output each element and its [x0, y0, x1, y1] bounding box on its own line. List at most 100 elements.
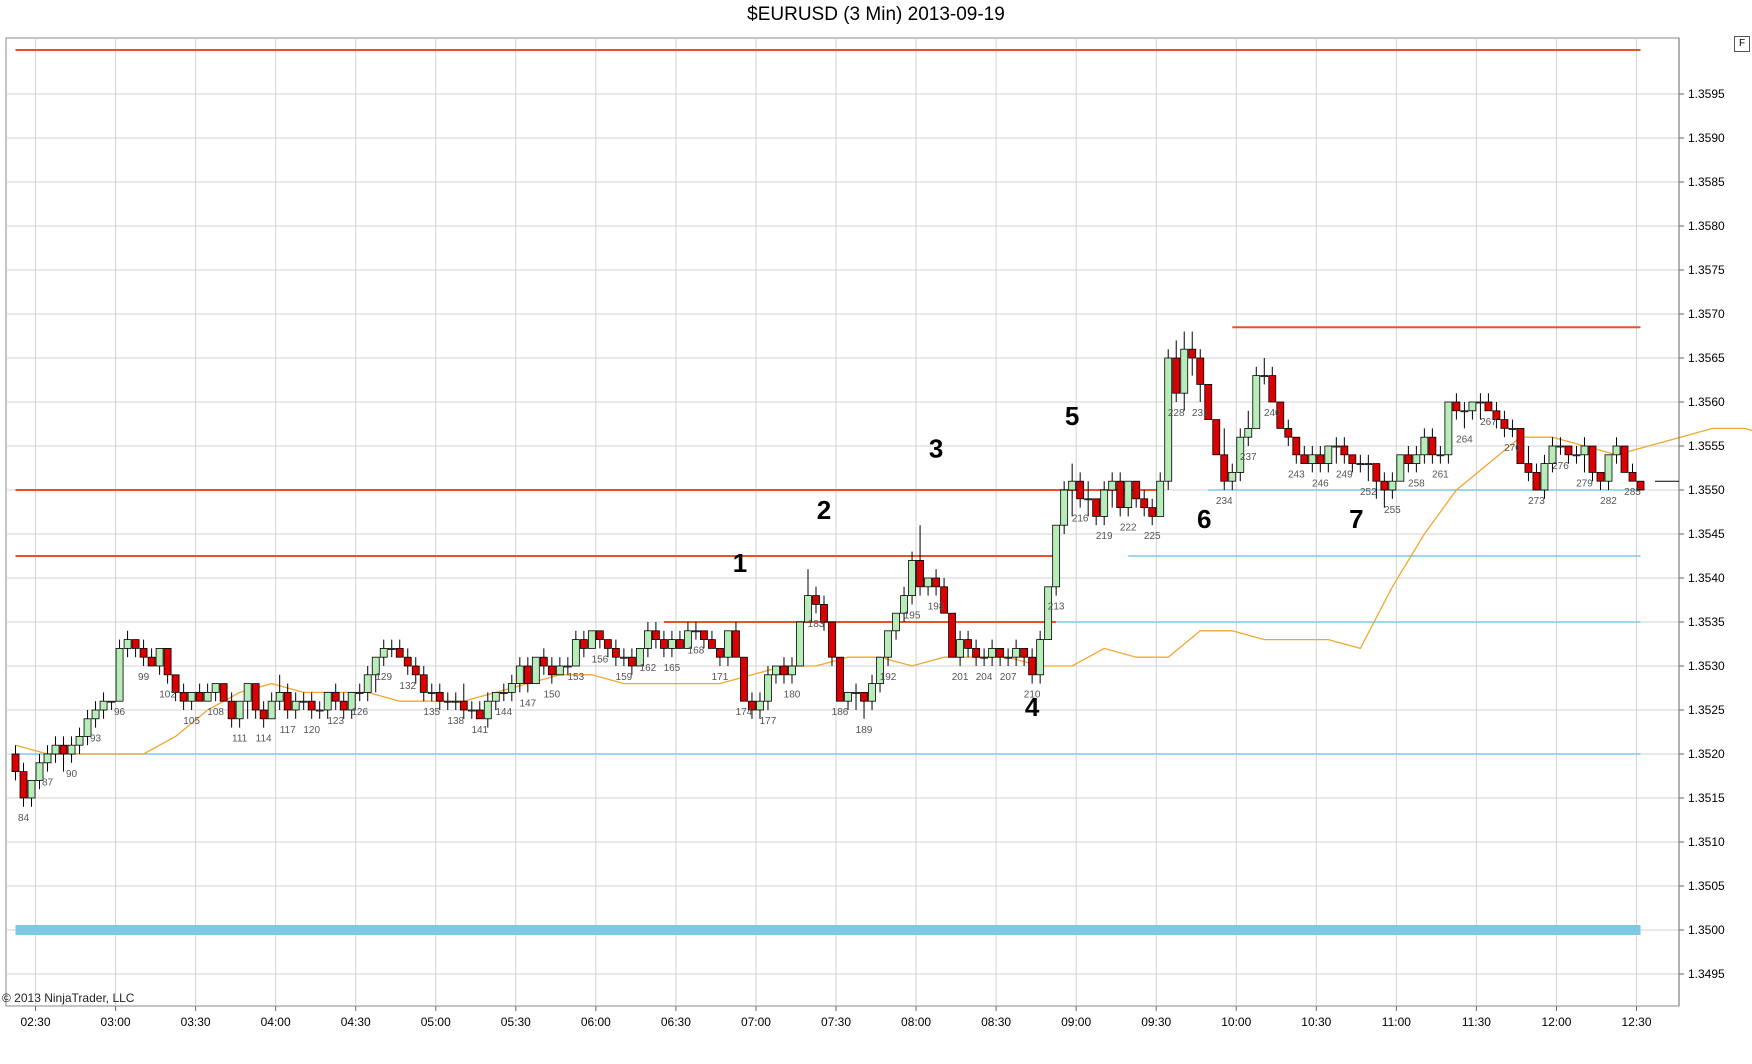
candle-body — [195, 692, 204, 702]
bar-label-189: 189 — [856, 725, 873, 736]
candle-body — [627, 656, 636, 667]
bar-label-87: 87 — [42, 778, 54, 789]
candle-body — [451, 700, 460, 703]
y-tick-label-18: 1.3585 — [1688, 175, 1725, 189]
candle-body — [331, 692, 340, 702]
candle-238 — [1252, 366, 1261, 429]
y-tick-label-1: 1.3500 — [1688, 923, 1725, 937]
candle-body — [740, 656, 748, 702]
bar-label-264: 264 — [1456, 434, 1473, 445]
x-tick-label-5: 05:00 — [421, 1015, 451, 1029]
candle-body — [107, 700, 116, 703]
candle-body — [619, 656, 628, 659]
bar-label-228: 228 — [1168, 408, 1185, 419]
candle-body — [1628, 471, 1637, 482]
candle-174 — [740, 656, 748, 702]
bar-label-243: 243 — [1288, 470, 1305, 481]
bar-label-231: 231 — [1192, 408, 1209, 419]
candle-body — [115, 648, 124, 702]
bar-label-270: 270 — [1504, 443, 1521, 454]
candle-body — [1596, 471, 1605, 482]
candle-body — [91, 709, 100, 720]
candle-body — [660, 639, 668, 649]
candle-body — [1572, 454, 1581, 457]
bar-label-165: 165 — [664, 663, 681, 674]
candle-body — [363, 674, 372, 693]
candle-body — [988, 648, 997, 658]
candle-body — [1020, 648, 1029, 658]
f-button[interactable]: F — [1734, 36, 1750, 52]
candle-body — [1556, 445, 1565, 448]
candle-body — [868, 683, 876, 702]
candle-body — [155, 648, 164, 667]
bar-label-156: 156 — [592, 654, 609, 665]
y-tick-label-2: 1.3505 — [1688, 879, 1725, 893]
candle-body — [611, 648, 620, 658]
annotation-6: 6 — [1197, 504, 1211, 534]
candle-body — [924, 577, 932, 588]
x-tick-label-0: 02:30 — [20, 1015, 50, 1029]
candle-body — [235, 700, 244, 720]
candle-body — [1260, 375, 1269, 378]
candlestick-chart[interactable]: 848790939699102105108111 114117 1201231261… — [0, 0, 1752, 1064]
y-tick-label-8: 1.3535 — [1688, 615, 1725, 629]
y-tick-label-15: 1.3570 — [1688, 307, 1725, 321]
candle-body — [315, 709, 324, 712]
bar-label-114: 114 — [256, 734, 272, 745]
candle-body — [1132, 480, 1141, 500]
candle-body — [163, 648, 172, 676]
candle-body — [19, 771, 28, 799]
y-tick-label-5: 1.3520 — [1688, 747, 1725, 761]
candle-body — [507, 683, 516, 693]
candle-body — [1124, 480, 1133, 509]
candle-body — [1316, 454, 1325, 464]
candle-body — [1404, 454, 1413, 464]
candle-body — [1060, 489, 1069, 526]
bar-label-126: 126 — [351, 707, 368, 718]
candle-body — [1356, 463, 1365, 466]
bar-label-192: 192 — [880, 672, 897, 683]
candle-body — [1396, 454, 1405, 482]
candle-body — [1540, 463, 1549, 491]
x-tick-label-13: 09:00 — [1061, 1015, 1091, 1029]
candle-body — [1428, 436, 1437, 456]
candle-body — [459, 700, 468, 711]
bar-label-258: 258 — [1408, 478, 1425, 489]
candle-284 — [1620, 445, 1629, 473]
candle-body — [1468, 401, 1477, 412]
candle-body — [259, 709, 268, 720]
bar-label-234: 234 — [1216, 496, 1233, 507]
x-tick-label-9: 07:00 — [741, 1015, 771, 1029]
candle-body — [708, 639, 716, 649]
x-tick-label-11: 08:00 — [901, 1015, 931, 1029]
candle-body — [227, 700, 236, 720]
x-tick-label-3: 04:00 — [261, 1015, 291, 1029]
bar-label-111: 111 — [232, 734, 248, 745]
candle-body — [1508, 427, 1517, 430]
candle-body — [539, 656, 548, 667]
candle-body — [1612, 445, 1621, 456]
bar-label-246: 246 — [1312, 478, 1329, 489]
bar-label-129: 129 — [375, 672, 392, 683]
candle-body — [427, 692, 436, 694]
bar-label-267: 267 — [1480, 417, 1497, 428]
candle-body — [1228, 471, 1237, 482]
candle-body — [980, 656, 989, 659]
y-tick-label-4: 1.3515 — [1688, 791, 1725, 805]
candle-body — [379, 648, 388, 658]
candle-body — [515, 665, 524, 685]
candle-body — [339, 700, 348, 711]
annotation-2: 2 — [817, 495, 831, 525]
bar-label-252: 252 — [1360, 487, 1377, 498]
x-tick-label-4: 04:30 — [341, 1015, 371, 1029]
candle-body — [844, 692, 852, 702]
candle-body — [1252, 375, 1261, 429]
candle-body — [1212, 419, 1221, 456]
bar-label-90: 90 — [66, 769, 78, 780]
bar-label-99: 99 — [138, 672, 150, 683]
bar-label-207: 207 — [1000, 672, 1017, 683]
y-tick-label-20: 1.3595 — [1688, 87, 1725, 101]
candle-body — [1068, 480, 1077, 491]
candle-body — [1620, 445, 1629, 473]
candle-body — [563, 665, 572, 668]
